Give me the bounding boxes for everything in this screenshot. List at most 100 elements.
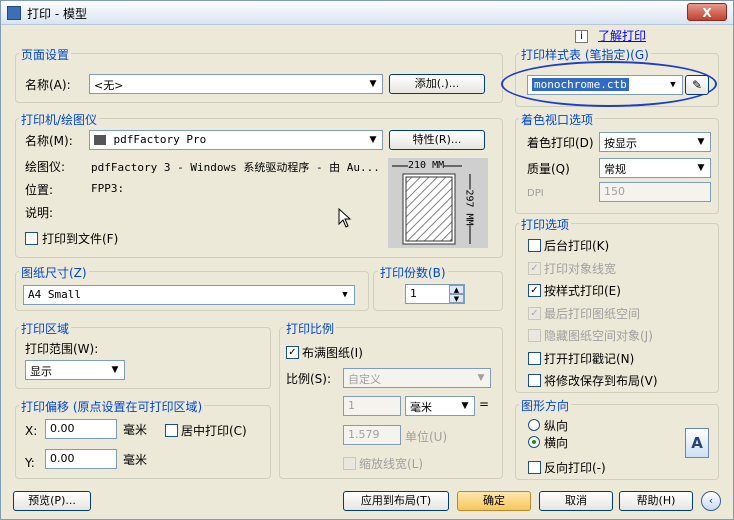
- offset-y-unit: 毫米: [123, 453, 148, 467]
- plot-option-checkbox[interactable]: [528, 239, 541, 252]
- copies-up-arrow-icon[interactable]: ▲: [449, 285, 464, 294]
- plot-option-label: 按样式打印(E): [544, 284, 621, 298]
- fit-to-paper-checkbox[interactable]: ✓: [286, 346, 299, 359]
- printer-name-select[interactable]: pdfFactory Pro ▼: [89, 130, 383, 150]
- plot-option-label: 后台打印(K): [544, 239, 610, 253]
- orientation-title: 图形方向: [519, 397, 572, 414]
- plot-option-checkbox[interactable]: ✓: [528, 284, 541, 297]
- plot-option-label: 打印对象线宽: [544, 261, 617, 276]
- center-plot-checkbox[interactable]: [165, 424, 178, 437]
- shaded-viewport-title: 着色视口选项: [519, 111, 596, 128]
- paper-size-title: 图纸尺寸(Z): [19, 264, 89, 281]
- offset-y-value: 0.00: [50, 452, 75, 465]
- offset-x-input[interactable]: 0.00: [45, 419, 117, 439]
- scale-value: 自定义: [348, 373, 381, 386]
- plot-option-checkbox[interactable]: [528, 374, 541, 387]
- paper-preview: 210 MM 297 MM: [388, 158, 488, 248]
- edit-style-button[interactable]: ✎: [685, 75, 709, 95]
- copies-title: 打印份数(B): [378, 264, 448, 281]
- plot-offset-title: 打印偏移 (原点设置在可打印区域): [19, 398, 205, 415]
- paper-height-label: 297 MM: [463, 189, 475, 226]
- quality-label: 质量(Q): [527, 162, 570, 176]
- paper-size-value: A4 Small: [28, 288, 81, 301]
- plot-scale-title: 打印比例: [284, 320, 337, 337]
- paper-width-label: 210 MM: [408, 160, 445, 171]
- scale-value2-input[interactable]: 1.579: [343, 425, 401, 445]
- scale-lineweights-checkbox[interactable]: [343, 457, 356, 470]
- plot-option-label: 将修改保存到布局(V): [544, 374, 658, 388]
- quality-select[interactable]: 常规 ▼: [599, 158, 711, 178]
- apply-to-layout-button[interactable]: 应用到布局(T): [343, 491, 449, 511]
- shade-plot-label: 着色打印(D): [527, 136, 594, 150]
- scale-label: 比例(S):: [286, 372, 332, 386]
- title-bar: 打印 - 模型 X: [1, 1, 733, 25]
- chevron-down-icon: ▼: [369, 135, 377, 145]
- shade-plot-value: 按显示: [604, 137, 637, 150]
- chevron-down-icon: ▼: [670, 80, 676, 90]
- plot-range-label: 打印范围(W):: [25, 342, 99, 356]
- style-table-title: 打印样式表 (笔指定)(G): [519, 46, 651, 63]
- chevron-down-icon: ▼: [461, 401, 469, 411]
- close-button[interactable]: X: [687, 3, 727, 21]
- scale-value1: 1: [348, 399, 355, 412]
- paper-size-select[interactable]: A4 Small ▼: [23, 285, 355, 305]
- help-button[interactable]: 帮助(H): [619, 491, 693, 511]
- scale-select[interactable]: 自定义 ▼: [343, 368, 491, 388]
- chevron-down-icon: ▼: [697, 163, 705, 173]
- plot-range-select[interactable]: 显示 ▼: [25, 360, 125, 380]
- style-table-select[interactable]: monochrome.ctb ▼: [527, 75, 683, 95]
- properties-button[interactable]: 特性(R)...: [389, 130, 485, 150]
- dpi-label: DPI: [527, 188, 544, 199]
- plot-option-checkbox[interactable]: [528, 329, 541, 342]
- chevron-down-icon: ▼: [111, 365, 119, 375]
- plot-option-label: 隐藏图纸空间对象(J): [544, 329, 653, 343]
- copies-down-arrow-icon[interactable]: ▼: [449, 294, 464, 303]
- plot-option-label: 打开打印戳记(N): [544, 351, 635, 366]
- scale-unit-value: 毫米: [410, 401, 432, 414]
- printer-icon: [94, 135, 106, 145]
- print-to-file-checkbox[interactable]: [25, 232, 38, 245]
- scale-value1-input[interactable]: 1: [343, 396, 401, 416]
- scale-lineweights-label: 缩放线宽(L): [359, 457, 424, 471]
- portrait-radio[interactable]: [528, 419, 540, 431]
- plot-area-title: 打印区域: [19, 320, 72, 337]
- orientation-preview-icon: A: [685, 428, 709, 458]
- printer-name-value: pdfFactory Pro: [113, 133, 207, 146]
- ok-button[interactable]: 确定: [457, 491, 531, 511]
- plot-option-checkbox[interactable]: ✓: [528, 306, 541, 320]
- app-icon: [7, 6, 21, 20]
- page-setup-name-label: 名称(A):: [25, 78, 71, 92]
- location-value: FPP3:: [91, 182, 125, 195]
- shade-plot-select[interactable]: 按显示 ▼: [599, 132, 711, 152]
- add-button[interactable]: 添加(.)...: [389, 74, 485, 94]
- cancel-button[interactable]: 取消: [539, 491, 613, 511]
- upside-down-checkbox[interactable]: [528, 461, 541, 474]
- fit-to-paper-label: 布满图纸(I): [302, 346, 363, 360]
- pencil-icon: ✎: [691, 78, 703, 92]
- window-title: 打印 - 模型: [27, 7, 87, 21]
- print-dialog: 打印 - 模型 X i 了解打印 页面设置 名称(A): <无> ▼ 添加(.)…: [0, 0, 734, 520]
- plot-option-checkbox[interactable]: ✓: [528, 261, 541, 275]
- style-table-value: monochrome.ctb: [532, 78, 629, 91]
- help-link[interactable]: 了解打印: [598, 27, 646, 44]
- location-label: 位置:: [25, 183, 54, 197]
- collapse-options-icon[interactable]: ‹: [701, 491, 721, 511]
- plot-option-label: 最后打印图纸空间: [544, 306, 641, 321]
- portrait-label: 纵向: [544, 419, 569, 433]
- quality-value: 常规: [604, 163, 626, 176]
- offset-y-input[interactable]: 0.00: [45, 449, 117, 469]
- preview-button[interactable]: 预览(P)...: [13, 491, 91, 511]
- chevron-down-icon: ▼: [342, 290, 348, 300]
- scale-unit2-label: 单位(U): [405, 430, 448, 444]
- page-setup-title: 页面设置: [19, 46, 72, 63]
- plotter-label: 绘图仪:: [25, 160, 66, 174]
- landscape-radio[interactable]: [528, 436, 540, 448]
- printer-title: 打印机/绘图仪: [19, 111, 100, 128]
- dpi-input[interactable]: 150: [599, 182, 711, 202]
- print-to-file-label: 打印到文件(F): [42, 232, 119, 246]
- plot-option-checkbox[interactable]: [528, 351, 541, 365]
- offset-x-value: 0.00: [50, 422, 75, 435]
- chevron-down-icon: ▼: [697, 137, 705, 147]
- scale-unit-select[interactable]: 毫米 ▼: [405, 396, 475, 416]
- page-setup-name-select[interactable]: <无> ▼: [89, 74, 383, 94]
